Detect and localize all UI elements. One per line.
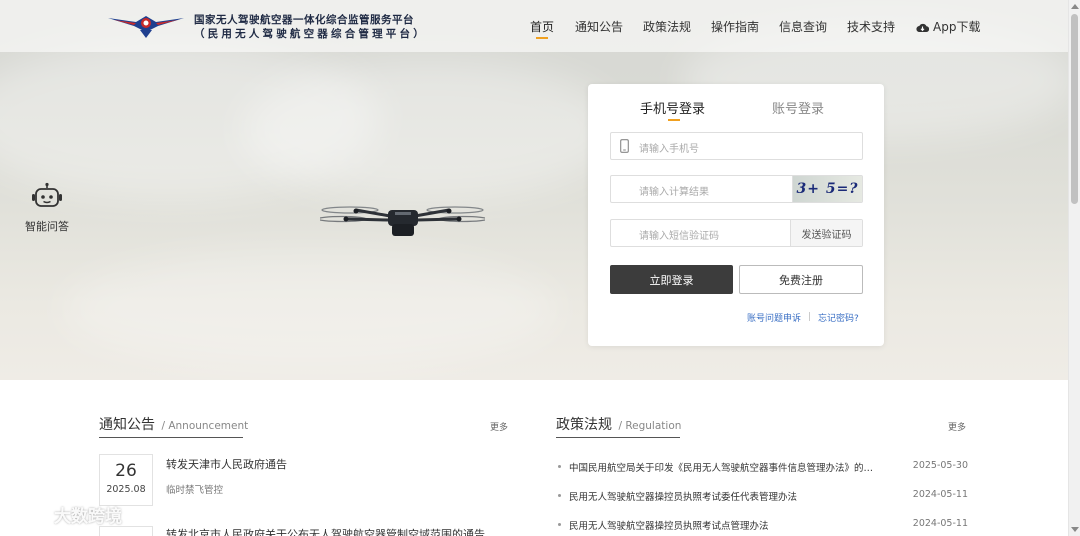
cloud-download-icon bbox=[916, 23, 930, 33]
regulation-date: 2025-05-30 bbox=[912, 460, 968, 471]
sms-placeholder: 请输入短信验证码 bbox=[639, 231, 719, 242]
notices-more-link[interactable]: 更多 bbox=[490, 420, 508, 433]
notice-item-title[interactable]: 转发天津市人民政府通告 bbox=[166, 456, 287, 472]
notices-title-underline bbox=[99, 437, 243, 438]
send-sms-code-button[interactable]: 发送验证码 bbox=[790, 220, 862, 246]
calc-placeholder: 请输入计算结果 bbox=[639, 187, 709, 198]
drone-image bbox=[320, 206, 485, 236]
nav-guide[interactable]: 操作指南 bbox=[711, 18, 759, 35]
regulation-date: 2024-05-11 bbox=[912, 489, 968, 500]
notice-day: 26 bbox=[115, 461, 137, 481]
login-button[interactable]: 立即登录 bbox=[610, 265, 733, 294]
phone-input[interactable]: 请输入手机号 bbox=[610, 132, 863, 160]
regulations-section-title: 政策法规 / Regulation bbox=[556, 414, 681, 434]
scroll-down-arrow-icon[interactable] bbox=[1071, 527, 1079, 532]
ai-assistant-button[interactable]: 智能问答 bbox=[22, 182, 72, 234]
regulations-title-cn: 政策法规 bbox=[556, 417, 612, 433]
captcha-image[interactable]: 3+ 5=? bbox=[792, 176, 862, 202]
app-download-link[interactable]: App下载 bbox=[916, 18, 980, 35]
top-header: 国家无人驾驶航空器一体化综合监管服务平台 （民用无人驾驶航空器综合管理平台） 首… bbox=[0, 0, 1068, 52]
sms-code-input[interactable]: 请输入短信验证码 发送验证码 bbox=[610, 219, 863, 247]
regulation-title: 民用无人驾驶航空器操控员执照考试点管理办法 bbox=[569, 521, 769, 532]
nav-home-label: 首页 bbox=[530, 20, 555, 34]
tab-phone-login[interactable]: 手机号登录 bbox=[640, 98, 705, 117]
nav-active-indicator bbox=[536, 37, 548, 39]
nav-tech-support[interactable]: 技术支持 bbox=[847, 18, 895, 35]
nav-notices[interactable]: 通知公告 bbox=[575, 18, 623, 35]
mobile-phone-icon bbox=[620, 139, 629, 153]
ai-assistant-label: 智能问答 bbox=[25, 220, 69, 233]
caac-logo-icon[interactable] bbox=[106, 10, 186, 40]
notice-date-box bbox=[99, 526, 153, 536]
watermark-text: 大数跨境 bbox=[54, 507, 122, 527]
notice-item-title[interactable]: 转发北京市人民政府关于公布无人驾驶航空器管制空域范围的通告 bbox=[166, 526, 485, 536]
watermark-logo-icon bbox=[10, 504, 46, 523]
regulation-title: 中国民用航空局关于印发《民用无人驾驶航空器事件信息管理办法》的通知 bbox=[569, 463, 879, 474]
notices-section-title: 通知公告 / Announcement bbox=[99, 414, 248, 434]
login-card: 手机号登录 账号登录 请输入手机号 请输入计算结果 3+ 5=? 请输入短信验证… bbox=[588, 84, 884, 346]
bullet-dot bbox=[558, 523, 561, 526]
nav-policies[interactable]: 政策法规 bbox=[643, 18, 691, 35]
phone-placeholder: 请输入手机号 bbox=[639, 144, 699, 155]
notices-title-cn: 通知公告 bbox=[99, 417, 155, 433]
notice-year-month: 2025.08 bbox=[106, 484, 146, 495]
notice-item-subtitle: 临时禁飞管控 bbox=[166, 485, 224, 496]
bullet-dot bbox=[558, 465, 561, 468]
watermark: 大数跨境 bbox=[8, 502, 122, 527]
regulation-list-item[interactable]: 民用无人驾驶航空器操控员执照考试点管理办法 2024-05-11 bbox=[558, 518, 968, 532]
regulations-title-underline bbox=[556, 437, 680, 438]
tab-account-login[interactable]: 账号登录 bbox=[772, 98, 824, 117]
calc-result-input[interactable]: 请输入计算结果 3+ 5=? bbox=[610, 175, 863, 203]
scroll-up-arrow-icon[interactable] bbox=[1071, 4, 1079, 9]
nav-info-query[interactable]: 信息查询 bbox=[779, 18, 827, 35]
regulations-more-link[interactable]: 更多 bbox=[948, 420, 966, 433]
hero-banner bbox=[0, 0, 1068, 380]
regulation-date: 2024-05-11 bbox=[912, 518, 968, 529]
robot-icon bbox=[32, 182, 62, 207]
nav-home[interactable]: 首页 bbox=[530, 18, 555, 39]
page-scrollbar[interactable] bbox=[1068, 0, 1080, 536]
link-divider bbox=[809, 312, 810, 321]
regulation-title: 民用无人驾驶航空器操控员执照考试委任代表管理办法 bbox=[569, 492, 798, 503]
regulation-list-item[interactable]: 民用无人驾驶航空器操控员执照考试委任代表管理办法 2024-05-11 bbox=[558, 489, 968, 503]
bullet-dot bbox=[558, 494, 561, 497]
regulation-list-item[interactable]: 中国民用航空局关于印发《民用无人驾驶航空器事件信息管理办法》的通知 2025-0… bbox=[558, 460, 968, 474]
tab-active-indicator bbox=[668, 119, 680, 121]
scroll-thumb[interactable] bbox=[1071, 14, 1078, 204]
logo-title: 国家无人驾驶航空器一体化综合监管服务平台 bbox=[194, 14, 414, 26]
register-button[interactable]: 免费注册 bbox=[739, 265, 863, 294]
logo-subtitle: （民用无人驾驶航空器综合管理平台） bbox=[194, 28, 427, 40]
regulations-title-en: / Regulation bbox=[618, 420, 682, 432]
app-download-label: App下载 bbox=[933, 20, 981, 34]
forgot-password-link[interactable]: 忘记密码? bbox=[818, 311, 859, 324]
notice-date-box: 26 2025.08 bbox=[99, 454, 153, 506]
notices-title-en: / Announcement bbox=[161, 420, 249, 432]
account-appeal-link[interactable]: 账号问题申诉 bbox=[747, 311, 801, 324]
